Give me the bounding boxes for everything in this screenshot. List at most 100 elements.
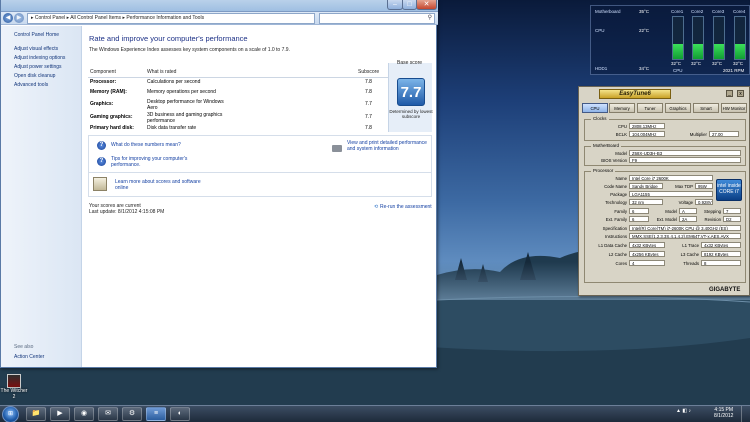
- field-label: Code Name: [604, 184, 627, 189]
- system-tray-icons[interactable]: ▲ ◧ ♪: [676, 408, 691, 414]
- row-subscore: 7.8: [365, 125, 372, 131]
- start-button[interactable]: ⊞: [2, 406, 19, 422]
- see-also-heading: See also: [14, 344, 34, 350]
- nav-adjust-indexing[interactable]: Adjust indexing options: [14, 55, 65, 61]
- back-button[interactable]: ◀: [3, 13, 13, 23]
- field-label: Threads: [683, 261, 699, 266]
- link-view-print-details[interactable]: View and print detailed performance and …: [347, 140, 431, 152]
- gadget-fan-label: CPU: [673, 68, 683, 73]
- easytune-close-button[interactable]: x: [737, 90, 744, 97]
- row-subscore: 7.7: [365, 101, 372, 107]
- technology-value: 32 nm: [629, 199, 663, 205]
- taskbar-tool-icon[interactable]: ⚙: [122, 407, 142, 421]
- witcher-game-icon[interactable]: [7, 374, 21, 388]
- gadget-core-temp: 32°C: [671, 61, 682, 66]
- header-component: Component: [90, 69, 116, 75]
- l2-cache-value: 4x256 KBytes: [629, 251, 665, 257]
- field-label: Technology: [605, 200, 627, 205]
- taskbar-easytune-icon[interactable]: ◐: [170, 407, 190, 421]
- close-button[interactable]: ✕: [416, 0, 437, 10]
- nav-adjust-visual-effects[interactable]: Adjust visual effects: [14, 46, 58, 52]
- table-row: Graphics: Desktop performance for Window…: [88, 99, 432, 112]
- easytune-window: EasyTune6 _ x CPU Memory Tuner Graphics …: [578, 86, 750, 296]
- taskbar-chrome-icon[interactable]: ◉: [74, 407, 94, 421]
- search-input[interactable]: ⚲: [319, 13, 435, 24]
- row-subscore: 7.8: [365, 89, 372, 95]
- clocks-title: Clocks: [591, 116, 609, 121]
- max-tdp-value: 95W: [695, 183, 713, 189]
- nav-disk-cleanup[interactable]: Open disk cleanup: [14, 73, 55, 79]
- field-label: L1 Data Cache: [598, 243, 627, 248]
- gadget-core-temp: 32°C: [733, 61, 744, 66]
- instructions-value: MMX,SSE(1,2,3,3S,4.1,4.2),EM64T,VT-x,AES…: [629, 233, 741, 239]
- multiplier-value: 27.00: [709, 131, 739, 137]
- field-label: BIOS Version: [601, 158, 627, 163]
- revision-value: D2: [723, 216, 741, 222]
- nav-advanced-tools[interactable]: Advanced tools: [14, 82, 48, 88]
- l1-trace-value: 4x32 KBytes: [701, 242, 741, 248]
- gadget-temp-motherboard: 35°C: [639, 9, 650, 14]
- tab-smart[interactable]: Smart: [693, 103, 719, 113]
- ext-model-value: 2A: [679, 216, 697, 222]
- package-value: LGA1155: [629, 191, 713, 197]
- search-icon[interactable]: ⚲: [428, 14, 432, 23]
- nav-control-panel-home[interactable]: Control Panel Home: [14, 32, 59, 38]
- gadget-core-label: Core2: [691, 9, 704, 14]
- tab-tuner[interactable]: Tuner: [637, 103, 663, 113]
- field-label: Ext. Model: [656, 217, 677, 222]
- easytune-tabs: CPU Memory Tuner Graphics Smart HW Monit…: [582, 103, 748, 113]
- tab-cpu[interactable]: CPU: [582, 103, 608, 113]
- gadget-core-label: Core3: [712, 9, 725, 14]
- forward-button[interactable]: ▶: [14, 13, 24, 23]
- voltage-value: 0.928V: [695, 199, 713, 205]
- taskbar-control-panel-icon[interactable]: ≡: [146, 407, 166, 421]
- field-label: L2 Cache: [608, 252, 627, 257]
- maximize-button[interactable]: □: [402, 0, 417, 10]
- link-what-numbers-mean[interactable]: What do these numbers mean?: [111, 142, 181, 149]
- desktop-icon-label[interactable]: The Witcher 2: [0, 388, 28, 400]
- bios-value: F9: [629, 157, 741, 163]
- taskbar-explorer-icon[interactable]: 📁: [26, 407, 46, 421]
- taskbar-clock[interactable]: 4:15 PM 8/1/2012: [714, 407, 733, 419]
- printer-icon: [332, 145, 342, 152]
- rerun-icon[interactable]: ⟲: [374, 204, 378, 210]
- nav-action-center[interactable]: Action Center: [14, 354, 44, 360]
- row-what: Disk data transfer rate: [147, 125, 197, 131]
- software-box-icon: [93, 177, 107, 191]
- core-bar-fill: [735, 44, 745, 59]
- row-component: Gaming graphics:: [90, 114, 133, 120]
- minimize-button[interactable]: –: [387, 0, 403, 10]
- link-learn-more-online[interactable]: Learn more about scores and software onl…: [115, 179, 201, 191]
- address-bar[interactable]: ▸ Control Panel ▸ All Control Panel Item…: [27, 13, 315, 24]
- cores-value: 4: [629, 260, 665, 266]
- field-label: Ext. Family: [605, 217, 627, 222]
- window-titlebar[interactable]: – □ ✕: [1, 0, 438, 12]
- processor-group: Processor intel inside CORE i7 Name Inte…: [584, 168, 746, 283]
- field-label: Instructions: [605, 234, 627, 239]
- field-label: Package: [610, 192, 627, 197]
- row-subscore: 7.7: [365, 114, 372, 120]
- core-temp-bar: [672, 16, 684, 60]
- easytune-logo: EasyTune6: [599, 89, 671, 99]
- tab-hw-monitor[interactable]: HW Monitor: [721, 103, 747, 113]
- link-improve-tips[interactable]: Tips for improving your computer's perfo…: [111, 156, 201, 168]
- tab-graphics[interactable]: Graphics: [665, 103, 691, 113]
- tab-memory[interactable]: Memory: [609, 103, 635, 113]
- row-component: Memory (RAM):: [90, 89, 127, 95]
- nav-adjust-power[interactable]: Adjust power settings: [14, 64, 62, 70]
- row-what: Memory operations per second: [147, 89, 216, 95]
- field-label: BCLK: [615, 132, 627, 137]
- score-table: Component What is rated Subscore Base sc…: [88, 60, 433, 132]
- taskbar-media-player-icon[interactable]: ▶: [50, 407, 70, 421]
- field-label: Specification: [602, 226, 627, 231]
- field-label: Name: [615, 176, 627, 181]
- field-label: Multiplier: [689, 132, 707, 137]
- header-subscore: Subscore: [358, 69, 380, 75]
- learn-more-section: Learn more about scores and software onl…: [88, 172, 432, 199]
- row-component: Processor:: [90, 79, 117, 85]
- easytune-minimize-button[interactable]: _: [726, 90, 733, 97]
- rerun-assessment-link[interactable]: Re-run the assessment: [380, 204, 432, 210]
- taskbar-mail-icon[interactable]: ✉: [98, 407, 118, 421]
- show-desktop-button[interactable]: [741, 406, 750, 422]
- gadget-core-label: Core4: [733, 9, 746, 14]
